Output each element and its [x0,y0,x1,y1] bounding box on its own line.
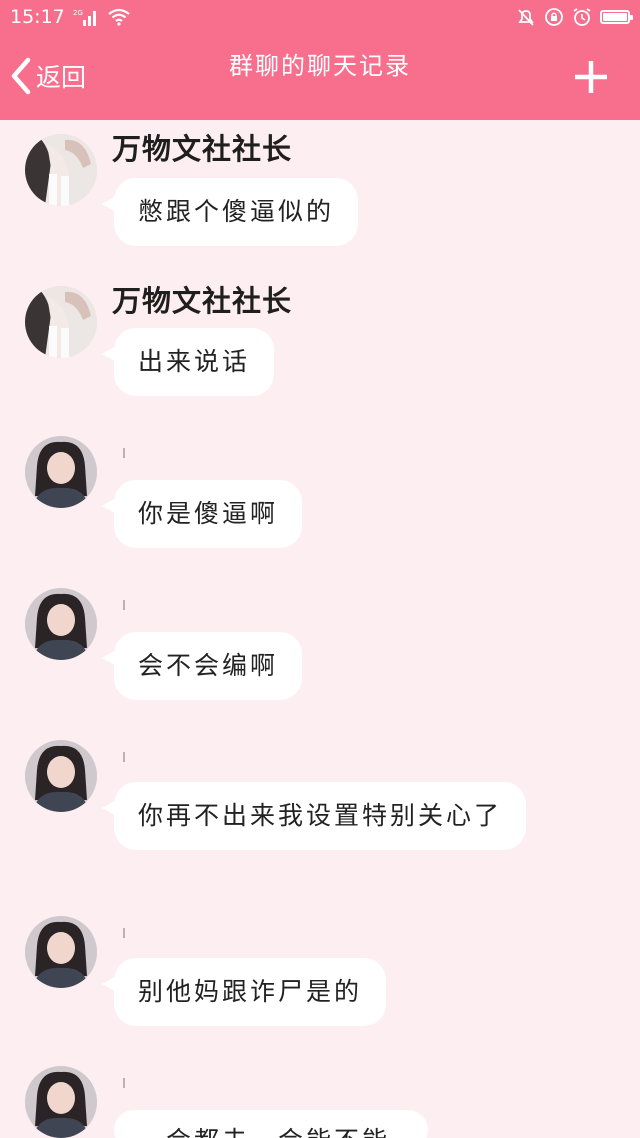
girl-portrait-avatar[interactable] [25,916,97,988]
plus-icon [575,61,607,93]
message-bubble[interactable]: 别他妈跟诈尸是的 [101,958,387,1026]
alarm-icon [572,7,592,27]
sender-mark [123,448,125,458]
chat-history[interactable]: 万物文社社长 憋跟个傻逼似的 万物文社社长 出来说话 你是傻逼啊 会不会编啊 你… [0,120,640,1138]
girl-photo-avatar[interactable] [25,286,97,358]
message-bubble[interactable]: 一会都去一会能不能 [114,1110,428,1138]
sender-mark [123,600,125,610]
wifi-icon [107,8,131,26]
silent-bell-icon [516,7,536,27]
sender-mark [123,752,125,762]
message-bubble[interactable]: 你再不出来我设置特别关心了 [102,782,526,850]
message-bubble[interactable]: 出来说话 [101,328,275,396]
network-type: 2G [73,9,83,17]
sender-name-text: 万物文社社长 [112,284,293,318]
girl-portrait-avatar[interactable] [25,1066,97,1138]
message-bubble[interactable]: 你是傻逼啊 [101,480,303,548]
girl-portrait-avatar[interactable] [25,740,97,812]
status-bar: 15:17 2G [0,0,640,34]
sender-name: 万物文社社长 [112,126,292,168]
signal-icon: 2G [73,8,99,26]
status-right [516,7,633,27]
girl-photo-avatar[interactable] [25,134,97,206]
battery-icon [600,10,633,24]
message-bubble[interactable]: 憋跟个傻逼似的 [101,178,359,246]
message-bubble[interactable]: 会不会编啊 [101,632,303,700]
chat-header: 返回 群聊的聊天记录 [0,34,640,120]
sender-name-text: 万物文社社长 [112,132,293,166]
girl-portrait-avatar[interactable] [25,436,97,508]
sender-mark [123,928,125,938]
add-button[interactable] [572,58,610,96]
sender-name: 万物文社社长 [112,278,292,320]
clock: 15:17 [10,6,65,28]
sender-mark [123,1078,125,1088]
girl-portrait-avatar[interactable] [25,588,97,660]
status-left: 15:17 2G [10,6,131,28]
lock-rotation-icon [544,7,564,27]
page-title: 群聊的聊天记录 [229,52,411,80]
